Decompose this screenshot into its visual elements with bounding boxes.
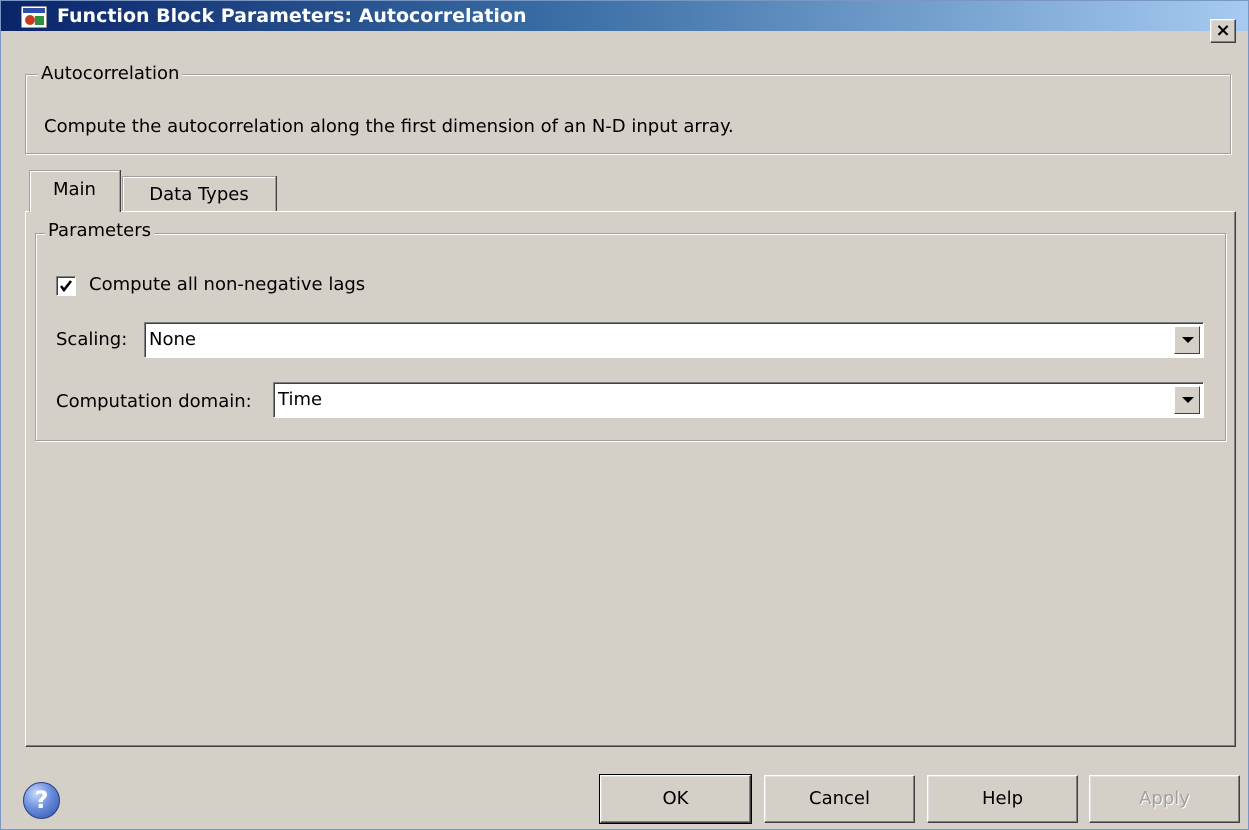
cancel-button[interactable]: Cancel	[764, 775, 915, 823]
window-title: Function Block Parameters: Autocorrelati…	[57, 5, 527, 27]
title-bar[interactable]: Function Block Parameters: Autocorrelati…	[1, 1, 1248, 31]
ok-button[interactable]: OK	[599, 774, 752, 824]
scaling-dropdown[interactable]: None	[144, 322, 1204, 358]
tab-main[interactable]: Main	[29, 170, 120, 212]
scaling-value: None	[149, 329, 196, 350]
computation-domain-dropdown[interactable]: Time	[273, 382, 1204, 418]
scaling-label: Scaling:	[56, 329, 128, 350]
help-button[interactable]: Help	[927, 775, 1078, 823]
apply-button[interactable]: Apply	[1089, 775, 1240, 823]
dialog-window: Function Block Parameters: Autocorrelati…	[0, 0, 1249, 830]
parameters-legend: Parameters	[45, 220, 155, 242]
computation-domain-value: Time	[278, 389, 323, 410]
description-group	[25, 74, 1231, 154]
description-legend: Autocorrelation	[38, 63, 183, 85]
description-text: Compute the autocorrelation along the fi…	[44, 116, 734, 137]
simulink-block-icon	[21, 6, 47, 28]
close-button[interactable]: ×	[1210, 19, 1236, 43]
computation-domain-label: Computation domain:	[56, 391, 252, 412]
checkmark-icon	[59, 280, 73, 293]
tab-data-types[interactable]: Data Types	[122, 176, 276, 212]
chevron-down-icon[interactable]	[1174, 386, 1200, 414]
help-circle-icon[interactable]: ?	[23, 782, 60, 819]
compute-lags-checkbox[interactable]	[56, 276, 76, 296]
compute-lags-label[interactable]: Compute all non-negative lags	[89, 273, 365, 297]
chevron-down-icon[interactable]	[1174, 326, 1200, 354]
